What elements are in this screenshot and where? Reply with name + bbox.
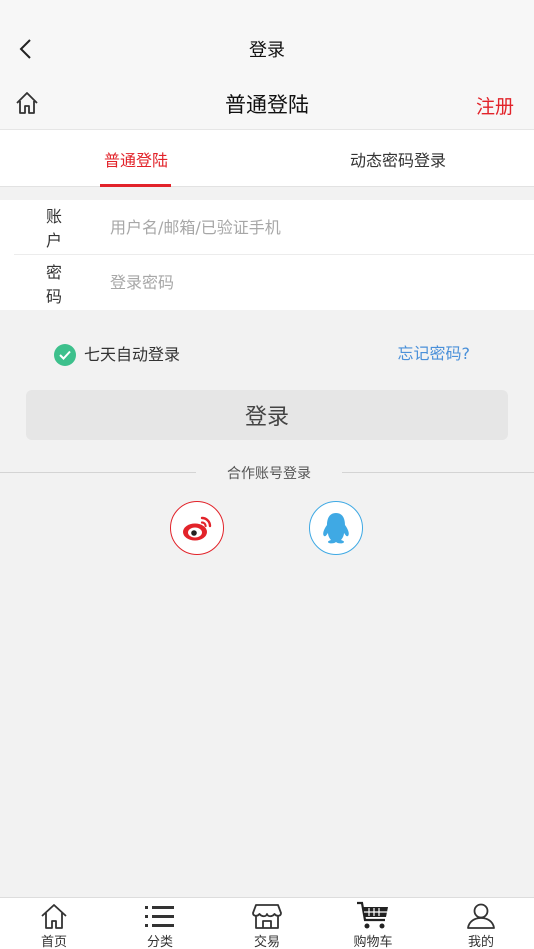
tabbar-item-category[interactable]: 分类 — [125, 898, 195, 949]
tab-normal-login[interactable]: 普通登陆 — [0, 130, 272, 187]
divider-line — [0, 472, 196, 473]
page-title: 登录 — [249, 40, 285, 61]
user-icon — [467, 903, 495, 929]
forgot-password-link[interactable]: 忘记密码? — [398, 340, 471, 364]
partner-login-label: 合作账号登录 — [227, 466, 311, 482]
tab-dynamic-password-login[interactable]: 动态密码登录 — [262, 130, 534, 187]
login-form: 账户 密码 — [0, 200, 534, 310]
sub-header: 普通登陆 注册 — [0, 76, 534, 130]
list-icon — [145, 906, 174, 927]
tabbar-item-trade[interactable]: 交易 — [232, 898, 302, 949]
home-icon — [41, 904, 67, 929]
weibo-login-button[interactable] — [170, 501, 224, 555]
active-tab-indicator — [100, 184, 171, 187]
qq-icon — [323, 513, 349, 544]
login-button[interactable]: 登录 — [26, 390, 508, 440]
qq-login-button[interactable] — [309, 501, 363, 555]
tab-label: 动态密码登录 — [349, 150, 446, 170]
account-input[interactable] — [110, 217, 490, 237]
shop-icon — [252, 904, 282, 929]
cart-icon — [357, 901, 388, 929]
weibo-icon — [183, 516, 212, 541]
tabbar-label: 交易 — [253, 935, 280, 949]
auto-login-checkbox[interactable]: 七天自动登录 — [54, 340, 180, 366]
account-label: 账户 — [46, 207, 75, 250]
tabbar-item-home[interactable]: 首页 — [19, 898, 89, 949]
top-navbar: 登录 — [0, 0, 534, 76]
password-row: 密码 — [14, 255, 534, 310]
tabbar-item-cart[interactable]: 购物车 — [338, 898, 408, 949]
password-input[interactable] — [110, 273, 490, 292]
tabbar-label: 购物车 — [353, 935, 393, 949]
tabbar-label: 首页 — [40, 935, 67, 949]
password-label: 密码 — [46, 262, 75, 306]
register-link[interactable]: 注册 — [476, 92, 514, 119]
login-mode-title: 普通登陆 — [225, 93, 309, 117]
auto-login-label: 七天自动登录 — [84, 345, 181, 364]
tabbar-label: 我的 — [467, 935, 494, 949]
bottom-tabbar: 首页 分类 交易 购物车 我的 — [0, 897, 534, 949]
partner-login-divider: 合作账号登录 — [0, 462, 534, 484]
login-tabs: 普通登陆 动态密码登录 — [0, 130, 534, 187]
tabbar-label: 分类 — [146, 935, 173, 949]
account-row: 账户 — [14, 200, 534, 255]
check-icon — [54, 344, 76, 366]
tabbar-item-mine[interactable]: 我的 — [446, 898, 516, 949]
tab-label: 普通登陆 — [103, 150, 168, 170]
divider-line — [342, 472, 534, 473]
